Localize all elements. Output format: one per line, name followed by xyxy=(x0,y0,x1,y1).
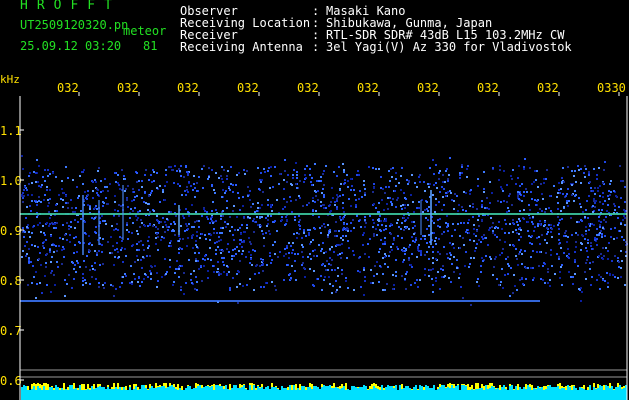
lower-band-line xyxy=(20,300,540,302)
spectrogram-plot xyxy=(19,92,628,400)
carrier-line xyxy=(20,213,627,215)
spectrogram-noise xyxy=(21,155,628,306)
activity-bar xyxy=(21,383,627,400)
